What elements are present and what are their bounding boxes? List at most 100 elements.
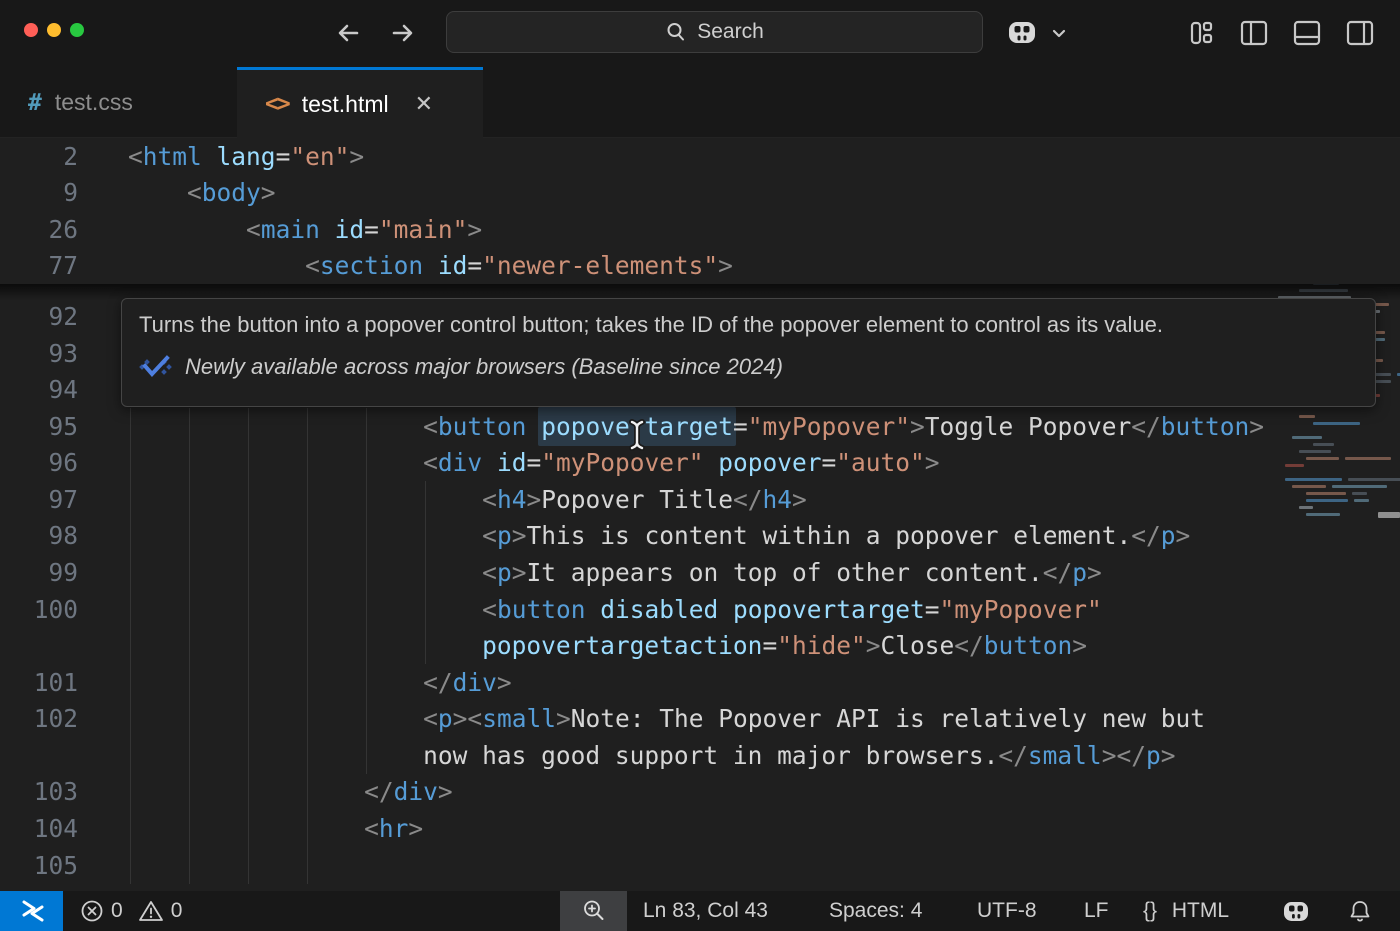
toggle-primary-sidebar-icon[interactable] xyxy=(1237,16,1271,50)
language-mode-status[interactable]: {} HTML xyxy=(1143,891,1229,931)
indent-guide xyxy=(189,737,190,774)
minimap-line xyxy=(1354,499,1369,502)
search-icon xyxy=(665,21,687,43)
indent-guide xyxy=(130,591,131,628)
indent-guide xyxy=(248,664,249,701)
close-window-button[interactable] xyxy=(24,23,38,37)
indent-guide xyxy=(307,554,308,591)
editor-pane[interactable]: 92939495<button popovertarget="myPopover… xyxy=(0,138,1400,891)
line-number: 77 xyxy=(0,247,78,284)
tab-test-css[interactable]: # test.css xyxy=(0,67,237,138)
code-line-text: <button popovertarget="myPopover">Toggle… xyxy=(423,408,1264,445)
notifications-bell-icon[interactable] xyxy=(1347,891,1373,931)
indent-guide xyxy=(307,847,308,884)
minimap-line xyxy=(1285,464,1304,467)
code-line-text: <section id="newer-elements"> xyxy=(305,247,733,284)
line-number: 105 xyxy=(0,847,78,884)
indent-guide xyxy=(248,627,249,664)
indent-guide xyxy=(366,627,367,664)
code-row[interactable]: 2<html lang="en"> xyxy=(0,138,1400,175)
navigate-forward-button[interactable] xyxy=(385,16,419,50)
indent-guide xyxy=(248,408,249,445)
minimap-line xyxy=(1292,485,1326,488)
command-center-search[interactable]: Search xyxy=(446,11,983,53)
line-number: 102 xyxy=(0,700,78,737)
line-number: 98 xyxy=(0,517,78,554)
line-number: 9 xyxy=(0,174,78,211)
indent-guide xyxy=(366,408,367,445)
code-row[interactable]: 9<body> xyxy=(0,174,1400,211)
minimap-line xyxy=(1292,436,1322,439)
tooltip-description: Turns the button into a popover control … xyxy=(139,312,1358,338)
code-line-text: popovertargetaction="hide">Close</button… xyxy=(482,627,1087,664)
zoom-status-item[interactable] xyxy=(560,891,627,931)
minimize-window-button[interactable] xyxy=(47,23,61,37)
remote-indicator[interactable] xyxy=(0,891,63,931)
code-row[interactable]: popovertargetaction="hide">Close</button… xyxy=(0,627,1400,664)
indent-guide xyxy=(189,554,190,591)
maximize-window-button[interactable] xyxy=(70,23,84,37)
code-row[interactable]: 98<p>This is content within a popover el… xyxy=(0,517,1400,554)
html-file-icon: <> xyxy=(265,91,289,117)
code-row[interactable]: 95<button popovertarget="myPopover">Togg… xyxy=(0,408,1400,445)
code-row[interactable]: 100<button disabled popovertarget="myPop… xyxy=(0,591,1400,628)
indent-guide xyxy=(248,773,249,810)
code-row[interactable]: now has good support in major browsers.<… xyxy=(0,737,1400,774)
code-row[interactable]: 101</div> xyxy=(0,664,1400,701)
indent-guide xyxy=(189,517,190,554)
navigate-back-button[interactable] xyxy=(332,16,366,50)
code-row[interactable]: 96<div id="myPopover" popover="auto"> xyxy=(0,444,1400,481)
indentation-status[interactable]: Spaces: 4 xyxy=(829,891,922,931)
indent-guide xyxy=(366,554,367,591)
copilot-icon[interactable] xyxy=(1005,16,1039,50)
indent-guide xyxy=(366,664,367,701)
indent-guide xyxy=(189,627,190,664)
copilot-status-icon[interactable] xyxy=(1282,891,1310,931)
eol-status[interactable]: LF xyxy=(1084,891,1109,931)
tab-test-html[interactable]: <> test.html ✕ xyxy=(237,67,483,138)
problems-status[interactable]: 0 0 xyxy=(80,891,182,931)
code-row[interactable]: 102 <p><small>Note: The Popover API is re… xyxy=(0,700,1400,737)
code-row[interactable]: 97<h4>Popover Title</h4> xyxy=(0,481,1400,518)
warning-icon xyxy=(138,899,164,923)
code-row[interactable]: 104<hr> xyxy=(0,810,1400,847)
indent-guide xyxy=(130,664,131,701)
indent-guide xyxy=(189,444,190,481)
tab-close-icon[interactable]: ✕ xyxy=(415,91,433,117)
indent-guide xyxy=(189,700,190,737)
code-row[interactable]: 99<p>It appears on top of other content.… xyxy=(0,554,1400,591)
encoding-status[interactable]: UTF-8 xyxy=(977,891,1037,931)
cursor-position-status[interactable]: Ln 83, Col 43 xyxy=(643,891,768,931)
code-row[interactable]: 105 xyxy=(0,847,1400,884)
indent-guide xyxy=(425,517,426,554)
line-number: 104 xyxy=(0,810,78,847)
indent-guide xyxy=(189,591,190,628)
minimap-line xyxy=(1299,450,1331,453)
minimap-line xyxy=(1306,492,1346,495)
code-row[interactable]: 77 <section id="newer-elements"> xyxy=(0,247,1400,284)
indent-guide xyxy=(130,700,131,737)
indent-guide xyxy=(130,627,131,664)
indent-guide xyxy=(366,481,367,518)
error-count: 0 xyxy=(111,891,123,931)
indent-guide xyxy=(425,627,426,664)
copilot-chevron-down-icon[interactable] xyxy=(1042,16,1076,50)
line-number: 103 xyxy=(0,773,78,810)
minimap-decoration xyxy=(1378,512,1400,518)
line-number: 97 xyxy=(0,481,78,518)
toggle-secondary-sidebar-icon[interactable] xyxy=(1343,16,1377,50)
sticky-scroll[interactable]: 2<html lang="en">9<body>26<main id="main… xyxy=(0,138,1400,284)
indent-guide xyxy=(425,554,426,591)
minimap-line xyxy=(1345,457,1391,460)
code-row[interactable]: 103</div> xyxy=(0,773,1400,810)
tooltip-baseline-note: Newly available across major browsers (B… xyxy=(185,354,783,380)
code-row[interactable]: 26<main id="main"> xyxy=(0,211,1400,248)
code-line-text: <p><small>Note: The Popover API is relat… xyxy=(423,700,1205,737)
indent-guide xyxy=(307,700,308,737)
indent-guide xyxy=(189,481,190,518)
indent-guide xyxy=(130,847,131,884)
customize-layout-icon[interactable] xyxy=(1184,16,1218,50)
toggle-panel-icon[interactable] xyxy=(1290,16,1324,50)
code-line-text: <div id="myPopover" popover="auto"> xyxy=(423,444,939,481)
indent-guide xyxy=(307,664,308,701)
